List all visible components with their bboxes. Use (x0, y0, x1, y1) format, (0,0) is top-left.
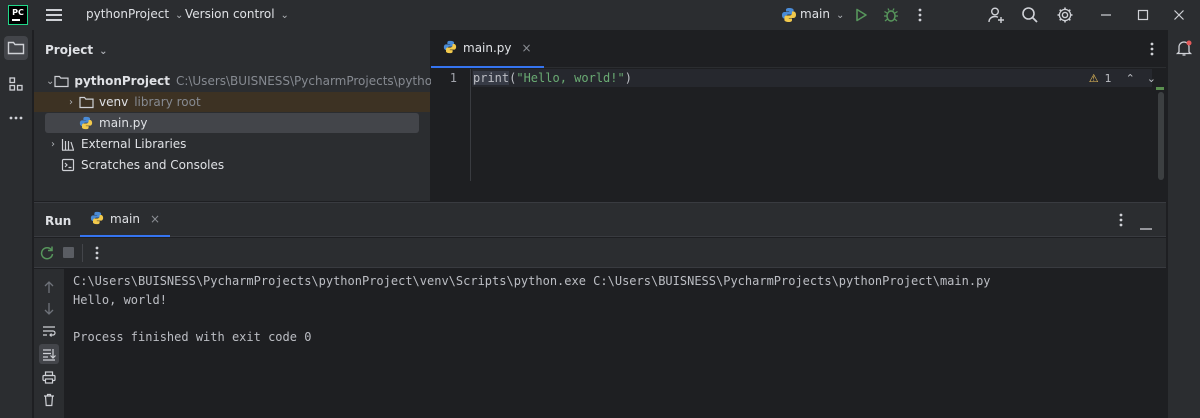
stop-icon[interactable] (63, 247, 74, 258)
run-tab-label: main (110, 212, 140, 226)
scratches-icon (60, 158, 76, 172)
rerun-icon[interactable] (39, 245, 55, 264)
print-icon[interactable] (39, 367, 59, 387)
maximize-window-icon[interactable] (1133, 5, 1153, 25)
tree-item-detail: library root (134, 95, 201, 109)
main-menu-icon[interactable] (46, 7, 62, 23)
more-horizontal-icon[interactable] (4, 106, 28, 130)
folder-icon (54, 74, 69, 88)
warning-icon: ⚠ (1088, 72, 1099, 85)
tree-item-pythonproject[interactable]: ⌄ pythonProject C:\Users\BUISNESS\Pychar… (34, 71, 481, 91)
chevron-down-icon: ⌄ (280, 10, 289, 21)
chevron-down-icon: ⌄ (175, 10, 184, 21)
code-function: print (473, 71, 510, 85)
run-panel-title: Run (45, 214, 72, 228)
scroll-marker (1156, 87, 1164, 90)
run-toolbar (34, 238, 1166, 268)
run-config-label: main (800, 7, 830, 21)
project-panel: Project ⌄ ⌄ pythonProject C:\Users\BUISNE… (34, 30, 481, 201)
settings-gear-icon[interactable] (1055, 5, 1075, 25)
minimize-window-icon[interactable] (1096, 5, 1116, 25)
right-tool-strip (1167, 30, 1200, 418)
minimize-panel-icon[interactable] (1139, 219, 1153, 233)
debug-icon[interactable] (881, 5, 901, 25)
chevron-right-icon[interactable]: › (46, 139, 60, 150)
project-panel-title: Project (45, 43, 94, 57)
close-window-icon[interactable] (1169, 5, 1189, 25)
console-line: Hello, world! (73, 293, 167, 307)
add-user-icon[interactable] (986, 5, 1006, 25)
run-panel: Run main × C:\Users\BUISNESS\PycharmProj… (34, 202, 1166, 418)
tree-item-label: External Libraries (81, 137, 187, 151)
run-icon[interactable] (851, 5, 871, 25)
library-icon (60, 137, 76, 151)
project-panel-header[interactable]: Project ⌄ (45, 43, 107, 57)
line-number: 1 (449, 71, 457, 85)
close-tab-icon[interactable]: × (522, 41, 532, 55)
tree-item-label: Scratches and Consoles (81, 158, 225, 172)
project-menu[interactable]: pythonProject ⌄ (86, 7, 183, 21)
project-folder-icon[interactable] (4, 36, 28, 60)
run-side-toolbar (34, 269, 64, 418)
tree-item-label: venv (99, 95, 129, 109)
code-line-1[interactable]: print("Hello, world!") (472, 69, 1152, 87)
chevron-up-icon[interactable]: ⌃ (1126, 72, 1135, 85)
run-config-selector[interactable]: main ⌄ (800, 7, 844, 21)
vcs-menu-label: Version control (185, 7, 275, 21)
notifications-bell-icon[interactable] (1172, 36, 1196, 60)
chevron-down-icon: ⌄ (835, 10, 845, 21)
more-vertical-icon[interactable] (1150, 42, 1154, 59)
tab-main-py[interactable]: main.py × (431, 30, 544, 68)
console-line: Process finished with exit code 0 (73, 330, 312, 344)
chevron-down-icon: ⌄ (99, 46, 108, 57)
more-vertical-icon[interactable] (1119, 213, 1123, 230)
soft-wrap-icon[interactable] (39, 321, 59, 341)
editor-scrollbar[interactable] (1158, 92, 1164, 180)
pycharm-logo[interactable]: PC (8, 5, 28, 25)
tree-item-label: main.py (99, 116, 148, 130)
left-tool-strip (0, 30, 33, 418)
structure-icon[interactable] (4, 72, 28, 96)
project-menu-label: pythonProject (86, 7, 170, 21)
chevron-down-icon[interactable]: ⌄ (46, 76, 54, 87)
tree-item-label: pythonProject (74, 74, 170, 88)
more-vertical-icon[interactable] (95, 246, 99, 263)
python-file-icon (90, 211, 104, 228)
vcs-menu[interactable]: Version control ⌄ (185, 7, 289, 21)
folder-icon (78, 95, 94, 109)
title-bar: PC pythonProject ⌄ Version control ⌄ main ⌄ (0, 0, 1200, 30)
logo-text: PC (12, 8, 24, 17)
code-string: "Hello, world!" (516, 71, 625, 85)
python-icon (779, 5, 799, 25)
python-file-icon (443, 40, 457, 57)
tree-item-scratches[interactable]: Scratches and Consoles (34, 155, 430, 175)
editor-tab-bar: main.py × (431, 30, 1166, 68)
code-text[interactable]: print("Hello, world!") (473, 71, 632, 85)
code-paren-close: ) (624, 71, 632, 85)
python-file-icon (78, 116, 94, 130)
toolbar-divider (82, 244, 83, 262)
more-vertical-icon[interactable] (910, 5, 930, 25)
run-panel-header: Run main × (34, 203, 1166, 237)
tree-item-external-libraries[interactable]: › External Libraries (34, 134, 430, 154)
trash-icon[interactable] (39, 390, 59, 410)
inspection-widget[interactable]: ⚠ 1 ⌃ ⌄ (1089, 72, 1156, 85)
search-icon[interactable] (1020, 5, 1040, 25)
line-gutter: 1 (431, 69, 471, 181)
close-tab-icon[interactable]: × (150, 212, 160, 226)
tree-item-venv[interactable]: › venv library root (34, 92, 430, 112)
tree-item-main-py[interactable]: main.py (45, 113, 419, 133)
arrow-up-icon[interactable] (39, 277, 59, 297)
chevron-down-icon[interactable]: ⌄ (1147, 72, 1156, 85)
tab-label: main.py (463, 41, 512, 55)
chevron-right-icon[interactable]: › (64, 97, 78, 108)
scroll-to-end-icon[interactable] (39, 344, 59, 364)
console-line: C:\Users\BUISNESS\PycharmProjects\python… (73, 274, 991, 288)
editor-pane: main.py × 1 print("Hello, world!") ⚠ 1 ⌃… (431, 30, 1166, 201)
arrow-down-icon[interactable] (39, 299, 59, 319)
warning-count: 1 (1104, 72, 1112, 85)
run-tab-main[interactable]: main × (80, 203, 171, 237)
